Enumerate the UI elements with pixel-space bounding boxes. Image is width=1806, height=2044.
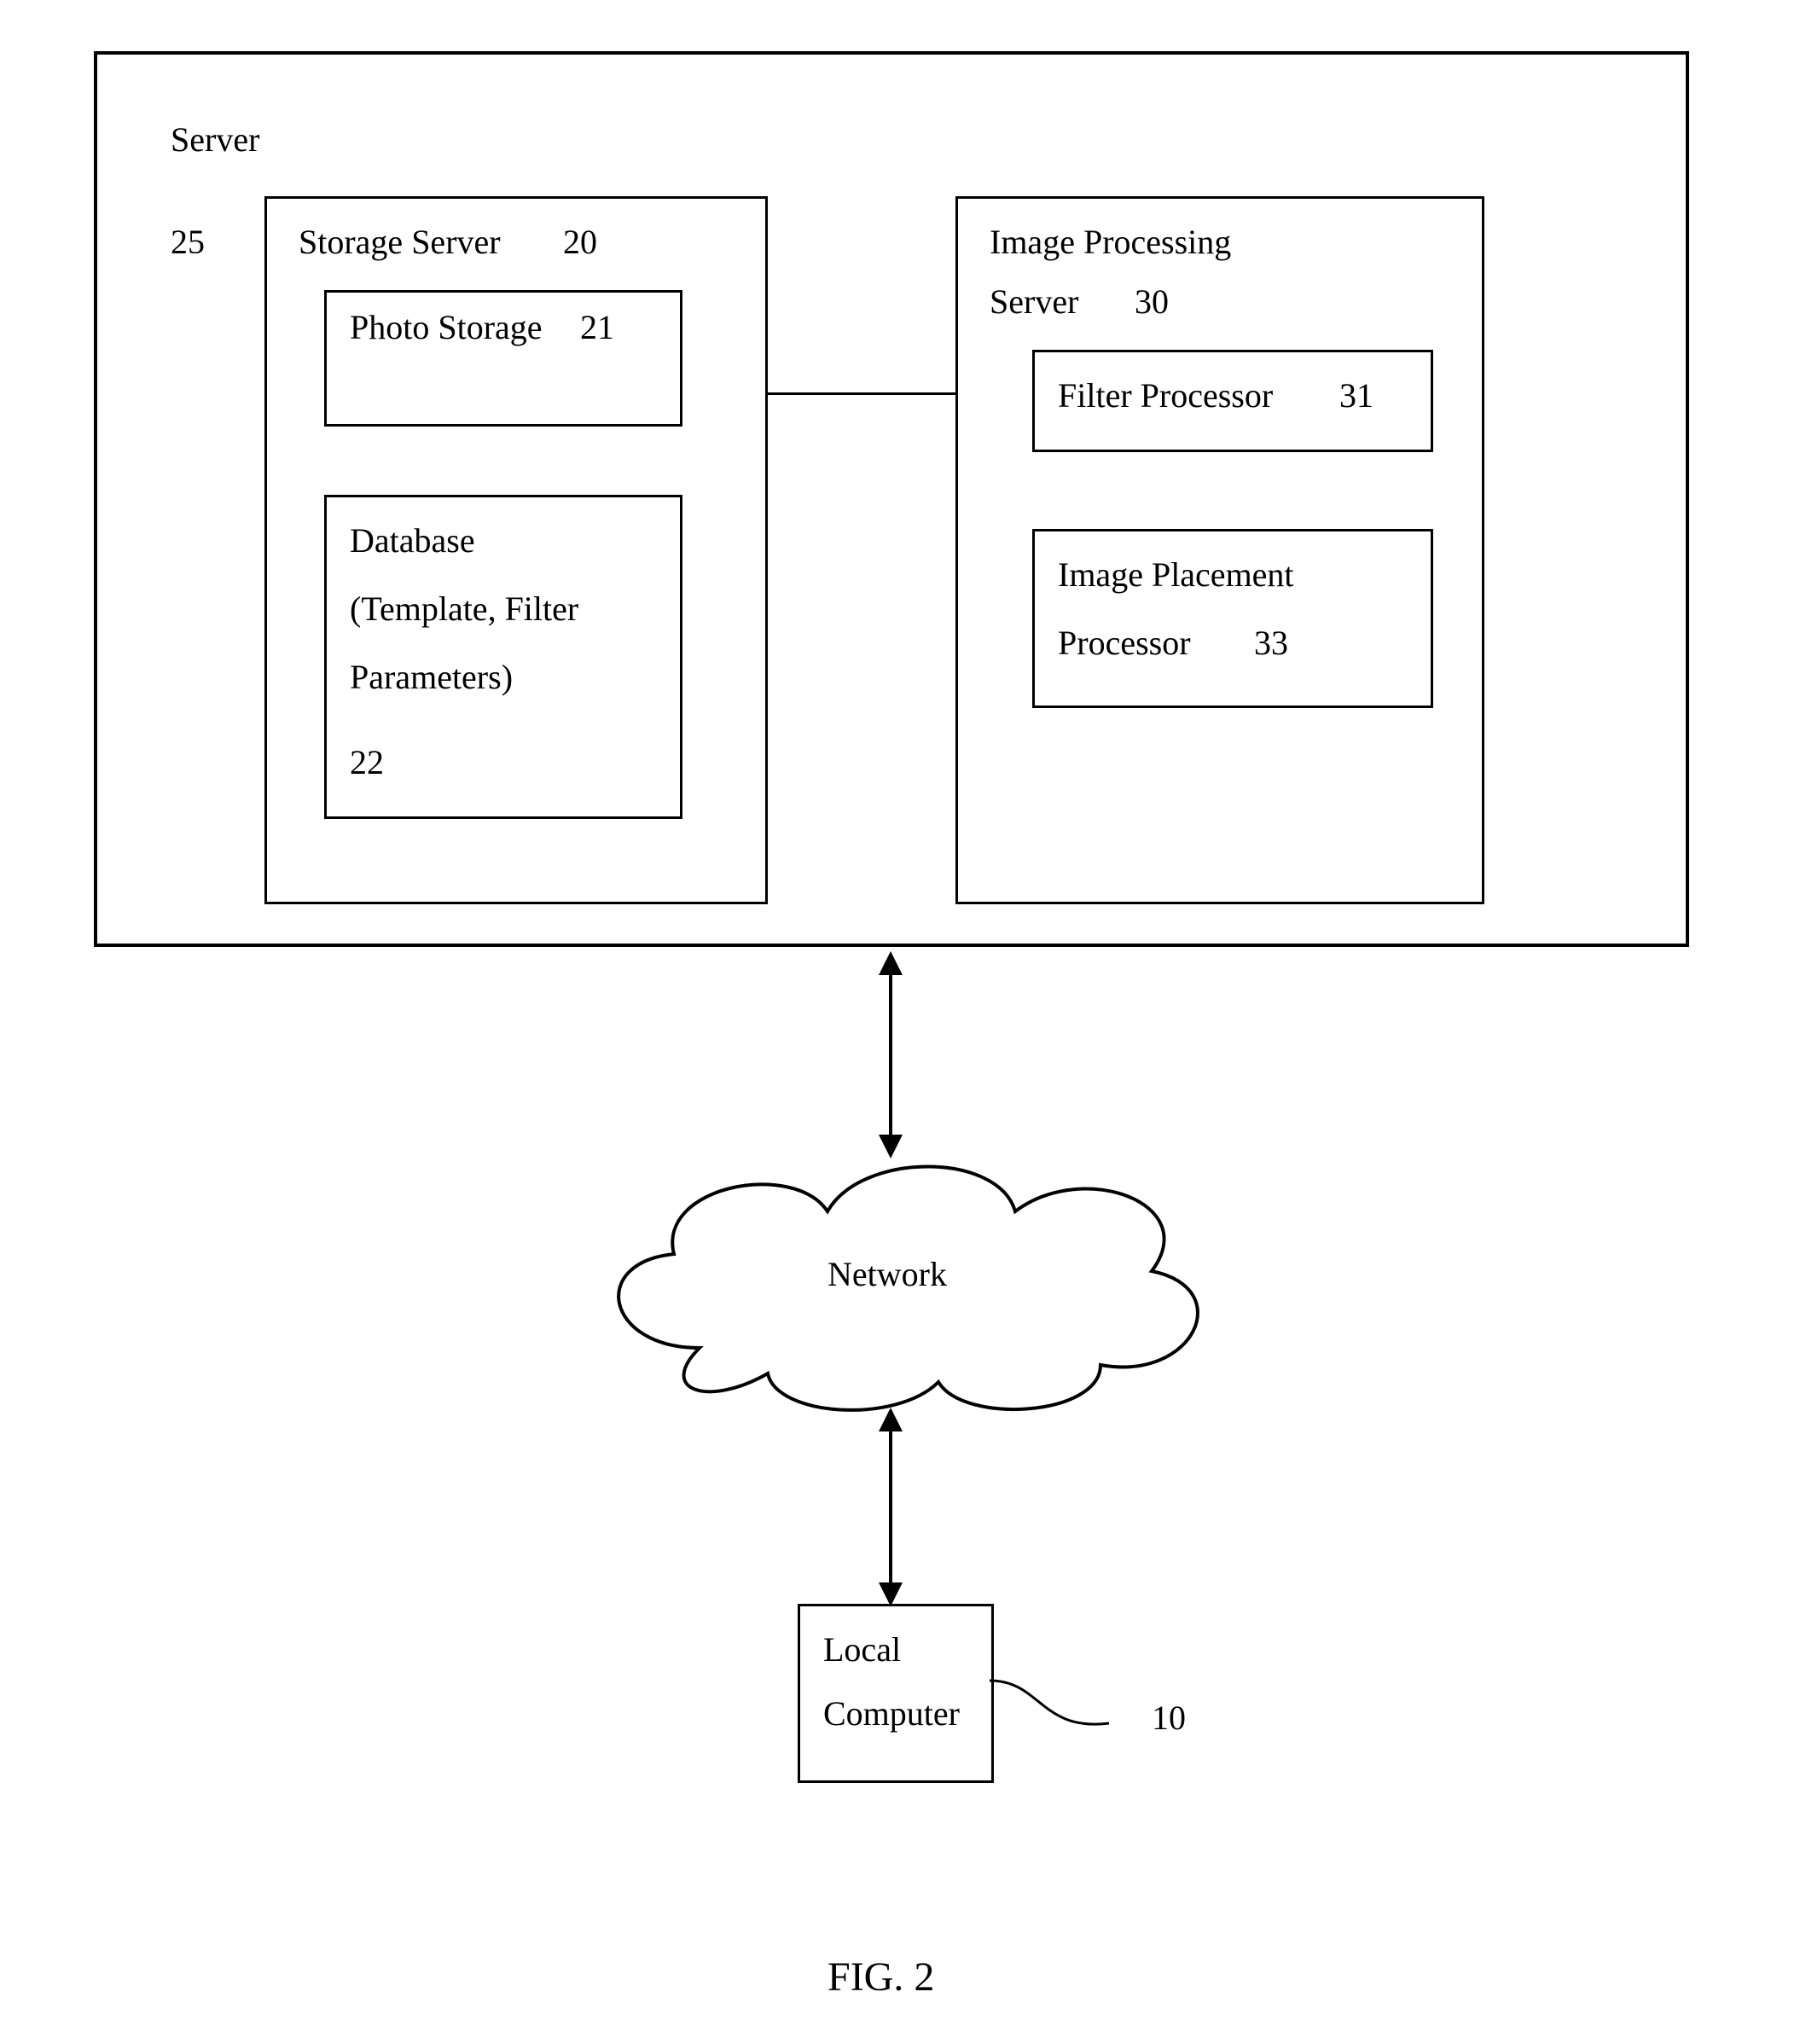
image-placement-processor-ref: 33	[1254, 623, 1288, 663]
database-label-1: Database	[350, 520, 475, 560]
database-ref: 22	[350, 742, 384, 782]
local-computer-ref: 10	[1152, 1698, 1186, 1738]
connector-storage-to-ips	[768, 392, 955, 395]
figure-caption: FIG. 2	[828, 1954, 934, 2000]
image-processing-server-label-2: Server	[990, 282, 1078, 322]
filter-processor-label: Filter Processor	[1058, 375, 1273, 415]
arrowhead-up-server	[879, 951, 903, 975]
database-label-2: (Template, Filter	[350, 589, 578, 629]
photo-storage-ref: 21	[580, 307, 614, 347]
local-computer-label-1: Local	[823, 1629, 901, 1669]
arrowhead-up-network-bottom	[879, 1408, 903, 1431]
arrow-network-local-shaft	[889, 1425, 892, 1587]
arrow-server-network-shaft	[889, 968, 892, 1139]
image-processing-server-label-1: Image Processing	[990, 222, 1231, 262]
server-label: Server	[171, 119, 259, 160]
server-ref: 25	[171, 222, 205, 262]
diagram-canvas: Server 25 Storage Server 20 Photo Storag…	[0, 0, 1806, 2044]
filter-processor-ref: 31	[1339, 375, 1373, 415]
image-processing-server-ref: 30	[1135, 282, 1169, 322]
storage-server-ref: 20	[563, 222, 597, 262]
arrowhead-down-local	[879, 1582, 903, 1606]
photo-storage-label: Photo Storage	[350, 307, 543, 347]
database-label-3: Parameters)	[350, 657, 513, 697]
local-computer-label-2: Computer	[823, 1693, 960, 1733]
image-placement-processor-label-2: Processor	[1058, 623, 1191, 663]
network-label: Network	[828, 1254, 947, 1294]
storage-server-label: Storage Server	[299, 222, 501, 262]
image-placement-processor-label-1: Image Placement	[1058, 555, 1294, 595]
local-computer-leader	[990, 1672, 1143, 1740]
